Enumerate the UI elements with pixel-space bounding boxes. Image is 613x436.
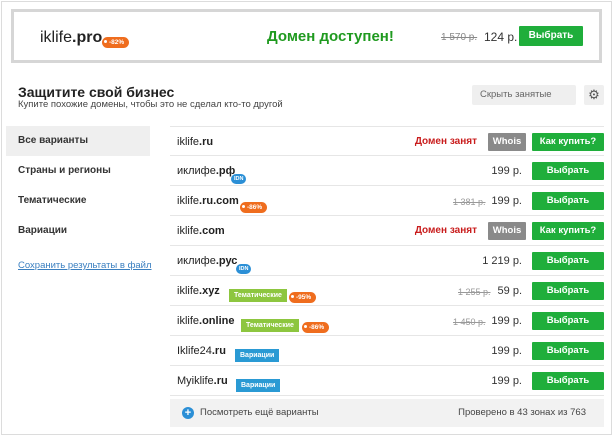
results-list: iklife.ru Домен занят Whois Как купить? … xyxy=(170,126,604,396)
old-price: 1 381 р. xyxy=(453,197,486,207)
section-subtitle: Купите похожие домены, чтобы это не сдел… xyxy=(18,99,283,110)
domain-name[interactable]: Myiklife.ru xyxy=(177,375,228,387)
price: 199 р. xyxy=(491,195,522,207)
domain-name[interactable]: iklife.xyz xyxy=(177,285,220,297)
variation-badge: Вариации xyxy=(235,344,280,362)
hero-domain-name: iklife.pro xyxy=(40,29,103,46)
price: 199 р. xyxy=(491,345,522,357)
domain-name[interactable]: iklife.online xyxy=(177,315,234,327)
domain-name[interactable]: Iklife24.ru xyxy=(177,345,226,357)
price: 199 р. xyxy=(491,375,522,387)
discount-badge: -86% xyxy=(302,316,330,334)
list-item: Iklife24.ru Вариации 199 р. Выбрать xyxy=(170,336,604,366)
filter-menu: Все варианты Страны и регионы Тематическ… xyxy=(6,126,150,246)
choose-button[interactable]: Выбрать xyxy=(532,162,604,180)
idn-badge: IDN xyxy=(231,167,247,185)
list-item: iklife.ru Домен занят Whois Как купить? xyxy=(170,126,604,156)
menu-item-countries[interactable]: Страны и регионы xyxy=(6,156,150,186)
choose-button[interactable]: Выбрать xyxy=(532,252,604,270)
old-price: 1 255 р. xyxy=(458,287,491,297)
choose-button[interactable]: Выбрать xyxy=(532,372,604,390)
list-item: iklife.xyz Тематические -95% 1 255 р. 59… xyxy=(170,276,604,306)
domain-name[interactable]: iklife.ru xyxy=(177,136,213,148)
domain-name[interactable]: иклифе.рус xyxy=(177,255,237,267)
discount-badge: -82% xyxy=(102,31,130,49)
choose-button[interactable]: Выбрать xyxy=(532,192,604,210)
choose-button[interactable]: Выбрать xyxy=(532,282,604,300)
old-price: 1 570 р. xyxy=(441,32,478,43)
price: 199 р. xyxy=(491,165,522,177)
whois-button[interactable]: Whois xyxy=(488,222,526,240)
discount-badge: -95% xyxy=(289,286,317,304)
whois-button[interactable]: Whois xyxy=(488,133,526,151)
gear-icon[interactable]: ⚙ xyxy=(584,85,604,105)
list-item: иклифе.рус IDN 1 219 р. Выбрать xyxy=(170,246,604,276)
list-item: Myiklife.ru Вариации 199 р. Выбрать xyxy=(170,366,604,396)
domain-name[interactable]: иклифе.рф xyxy=(177,165,235,177)
results-footer: + Посмотреть ещё варианты Проверено в 43… xyxy=(170,399,604,427)
menu-item-variations[interactable]: Вариации xyxy=(6,216,150,246)
thematic-badge: Тематические xyxy=(241,314,299,332)
choose-button[interactable]: Выбрать xyxy=(532,342,604,360)
choose-button[interactable]: Выбрать xyxy=(519,26,583,46)
section-title: Защитите свой бизнес xyxy=(18,84,175,100)
variation-badge: Вариации xyxy=(236,374,281,392)
domain-name[interactable]: iklife.ru.com xyxy=(177,195,239,207)
list-item: iklife.com Домен занят Whois Как купить? xyxy=(170,216,604,246)
availability-status: Домен доступен! xyxy=(267,28,394,45)
checked-count: Проверено в 43 зонах из 763 xyxy=(458,407,586,418)
price: 1 219 р. xyxy=(482,255,522,267)
thematic-badge: Тематические xyxy=(229,284,287,302)
taken-status: Домен занят xyxy=(414,136,477,147)
how-to-buy-button[interactable]: Как купить? xyxy=(532,133,604,151)
menu-item-all[interactable]: Все варианты xyxy=(6,126,150,156)
save-results-link[interactable]: Сохранить результаты в файл xyxy=(18,260,152,271)
list-item: иклифе.рф IDN 199 р. Выбрать xyxy=(170,156,604,186)
show-more-link[interactable]: Посмотреть ещё варианты xyxy=(200,407,319,418)
domain-name[interactable]: iklife.com xyxy=(177,225,225,237)
discount-badge: -86% xyxy=(240,196,268,214)
list-item: iklife.ru.com -86% 1 381 р. 199 р. Выбра… xyxy=(170,186,604,216)
old-price: 1 450 р. xyxy=(453,317,486,327)
list-item: iklife.online Тематические -86% 1 450 р.… xyxy=(170,306,604,336)
taken-status: Домен занят xyxy=(414,225,477,236)
price: 59 р. xyxy=(497,285,522,297)
plus-icon[interactable]: + xyxy=(182,407,194,419)
how-to-buy-button[interactable]: Как купить? xyxy=(532,222,604,240)
price: 199 р. xyxy=(491,315,522,327)
idn-badge: IDN xyxy=(236,257,252,275)
hero-domain-card: iklife.pro -82% Домен доступен! 1 570 р.… xyxy=(11,9,602,63)
choose-button[interactable]: Выбрать xyxy=(532,312,604,330)
menu-item-thematic[interactable]: Тематические xyxy=(6,186,150,216)
price: 124 р. xyxy=(484,30,518,44)
hide-taken-toggle[interactable]: Скрыть занятые xyxy=(472,85,576,105)
